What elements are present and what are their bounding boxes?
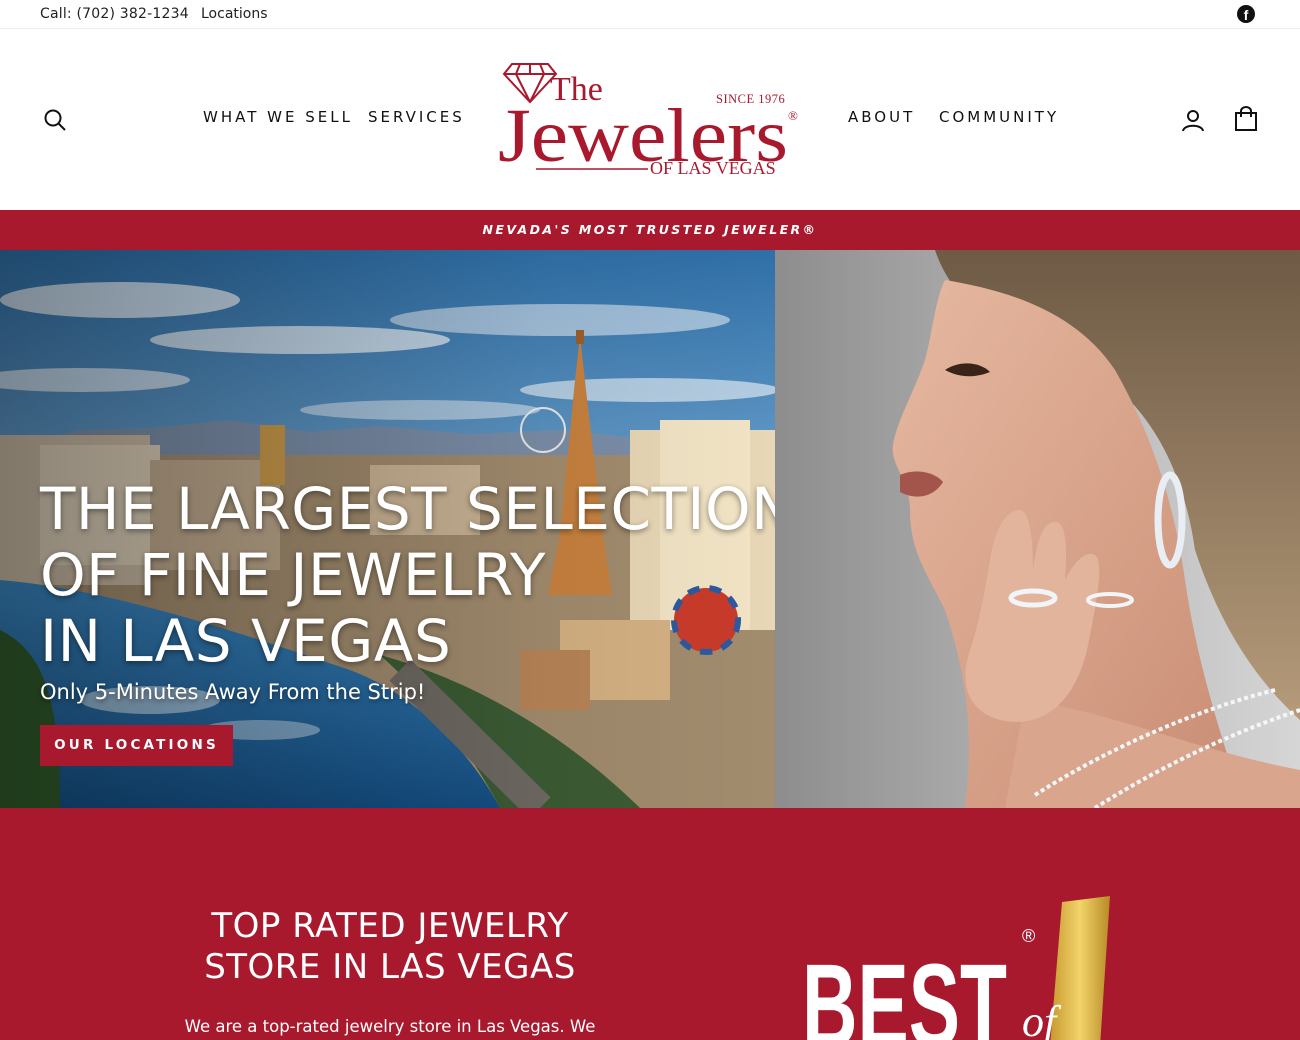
hero-banner: THE LARGEST SELECTION OF FINE JEWELRY IN…	[0, 250, 1300, 808]
account-icon[interactable]	[1181, 108, 1205, 132]
our-locations-button[interactable]: OUR LOCATIONS	[40, 725, 233, 766]
nav-about[interactable]: ABOUT	[848, 108, 915, 126]
best-of-script: of	[1022, 997, 1062, 1040]
top-rated-heading-line: STORE IN LAS VEGAS	[204, 947, 576, 987]
las-vegas-strip-image: THE LARGEST SELECTION OF FINE JEWELRY IN…	[0, 250, 775, 808]
top-rated-heading-line: TOP RATED JEWELRY	[211, 906, 569, 946]
announcement-text: NEVADA'S MOST TRUSTED JEWELER®	[482, 222, 818, 237]
cart-icon[interactable]	[1234, 106, 1258, 132]
best-of-registered: ®	[1022, 926, 1035, 946]
facebook-icon[interactable]: f	[1237, 5, 1255, 23]
model-jewelry-image	[775, 250, 1300, 808]
best-of-word: BEST	[802, 940, 1007, 1040]
phone-link[interactable]: Call: (702) 382-1234	[40, 6, 189, 22]
top-rated-heading: TOP RATED JEWELRY STORE IN LAS VEGAS	[160, 906, 620, 988]
utility-bar: Call: (702) 382-1234 Locations f	[0, 0, 1300, 29]
nav-services[interactable]: SERVICES	[368, 108, 465, 126]
hero-title: THE LARGEST SELECTION OF FINE JEWELRY IN…	[40, 475, 775, 675]
locations-link[interactable]: Locations	[201, 6, 268, 22]
hero-title-line: OF FINE JEWELRY	[40, 541, 546, 609]
search-icon[interactable]	[43, 108, 67, 132]
best-of-award-badge: BEST ® of	[800, 896, 1120, 1040]
site-logo[interactable]: The SINCE 1976 Jewelers ® OF LAS VEGAS	[498, 58, 803, 183]
announcement-bar: NEVADA'S MOST TRUSTED JEWELER®	[0, 210, 1300, 250]
logo-registered: ®	[788, 108, 798, 123]
top-rated-section: TOP RATED JEWELRY STORE IN LAS VEGAS We …	[0, 808, 1300, 1040]
hero-title-line: THE LARGEST SELECTION	[40, 475, 775, 543]
logo-of-las-vegas: OF LAS VEGAS	[650, 158, 776, 178]
nav-community[interactable]: COMMUNITY	[939, 108, 1059, 126]
top-rated-body: We are a top-rated jewelry store in Las …	[184, 1017, 596, 1036]
hero-title-line: IN LAS VEGAS	[40, 607, 452, 675]
nav-what-we-sell[interactable]: WHAT WE SELL	[203, 108, 353, 126]
site-header: WHAT WE SELL SERVICES The SINCE 1976 Jew…	[0, 30, 1300, 210]
hero-subtitle: Only 5-Minutes Away From the Strip!	[40, 680, 426, 704]
